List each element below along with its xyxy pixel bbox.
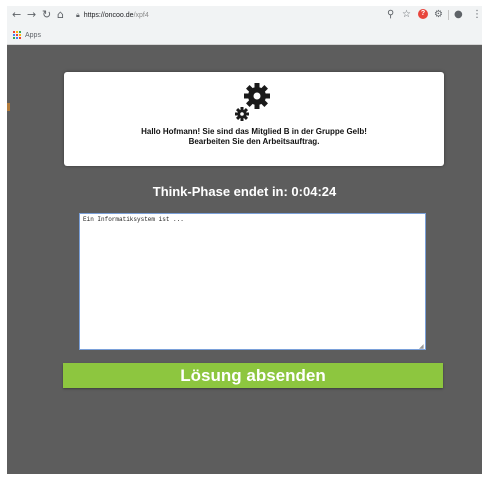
apps-icon[interactable] (13, 31, 21, 39)
toolbar-separator (448, 10, 449, 20)
page-content: Hallo Hofmann! Sie sind das Mitglied B i… (7, 45, 482, 474)
phase-timer: Think-Phase endet in: 0:04:24 (152, 184, 337, 199)
extension-icon[interactable]: ? (418, 9, 428, 19)
puzzle-icon[interactable]: ⚙ (434, 8, 443, 22)
account-icon[interactable]: ● (454, 8, 463, 22)
greeting-line-1: Hallo Hofmann! Sie sind das Mitglied B i… (141, 127, 367, 136)
lock-icon: 🔒︎ (76, 11, 80, 19)
greeting-line-2: Bearbeiten Sie den Arbeitsauftrag. (188, 137, 320, 146)
reload-icon[interactable]: ↻ (42, 8, 51, 22)
greeting-text: Hallo Hofmann! Sie sind das Mitglied B i… (64, 127, 444, 147)
resize-grip-icon[interactable]: ◢ (419, 343, 424, 350)
browser-chrome: ← → ↻ ⌂ 🔒︎ https://oncoo.de /xpf4 ⚲ ☆ ? … (7, 6, 482, 45)
home-icon[interactable]: ⌂ (57, 8, 64, 22)
instruction-card: Hallo Hofmann! Sie sind das Mitglied B i… (64, 72, 444, 166)
submit-solution-button[interactable]: Lösung absenden (63, 363, 443, 388)
answer-textarea[interactable]: Ein Informatiksystem ist ... (79, 213, 426, 350)
url-host: https://oncoo.de (83, 12, 134, 19)
decorative-mark (7, 103, 10, 111)
star-icon[interactable]: ☆ (402, 8, 411, 22)
menu-icon[interactable]: ⋮ (472, 8, 482, 22)
browser-toolbar: ← → ↻ ⌂ 🔒︎ https://oncoo.de /xpf4 ⚲ ☆ ? … (7, 6, 482, 26)
address-bar[interactable]: 🔒︎ https://oncoo.de /xpf4 (76, 8, 376, 23)
zoom-icon[interactable]: ⚲ (387, 8, 394, 22)
back-icon[interactable]: ← (12, 8, 21, 22)
bookmarks-bar: Apps (7, 28, 482, 42)
apps-bookmark[interactable]: Apps (25, 32, 41, 39)
url-path: /xpf4 (133, 12, 149, 19)
gears-icon (235, 83, 270, 121)
browser-window: ← → ↻ ⌂ 🔒︎ https://oncoo.de /xpf4 ⚲ ☆ ? … (7, 6, 482, 474)
forward-icon[interactable]: → (27, 8, 36, 22)
